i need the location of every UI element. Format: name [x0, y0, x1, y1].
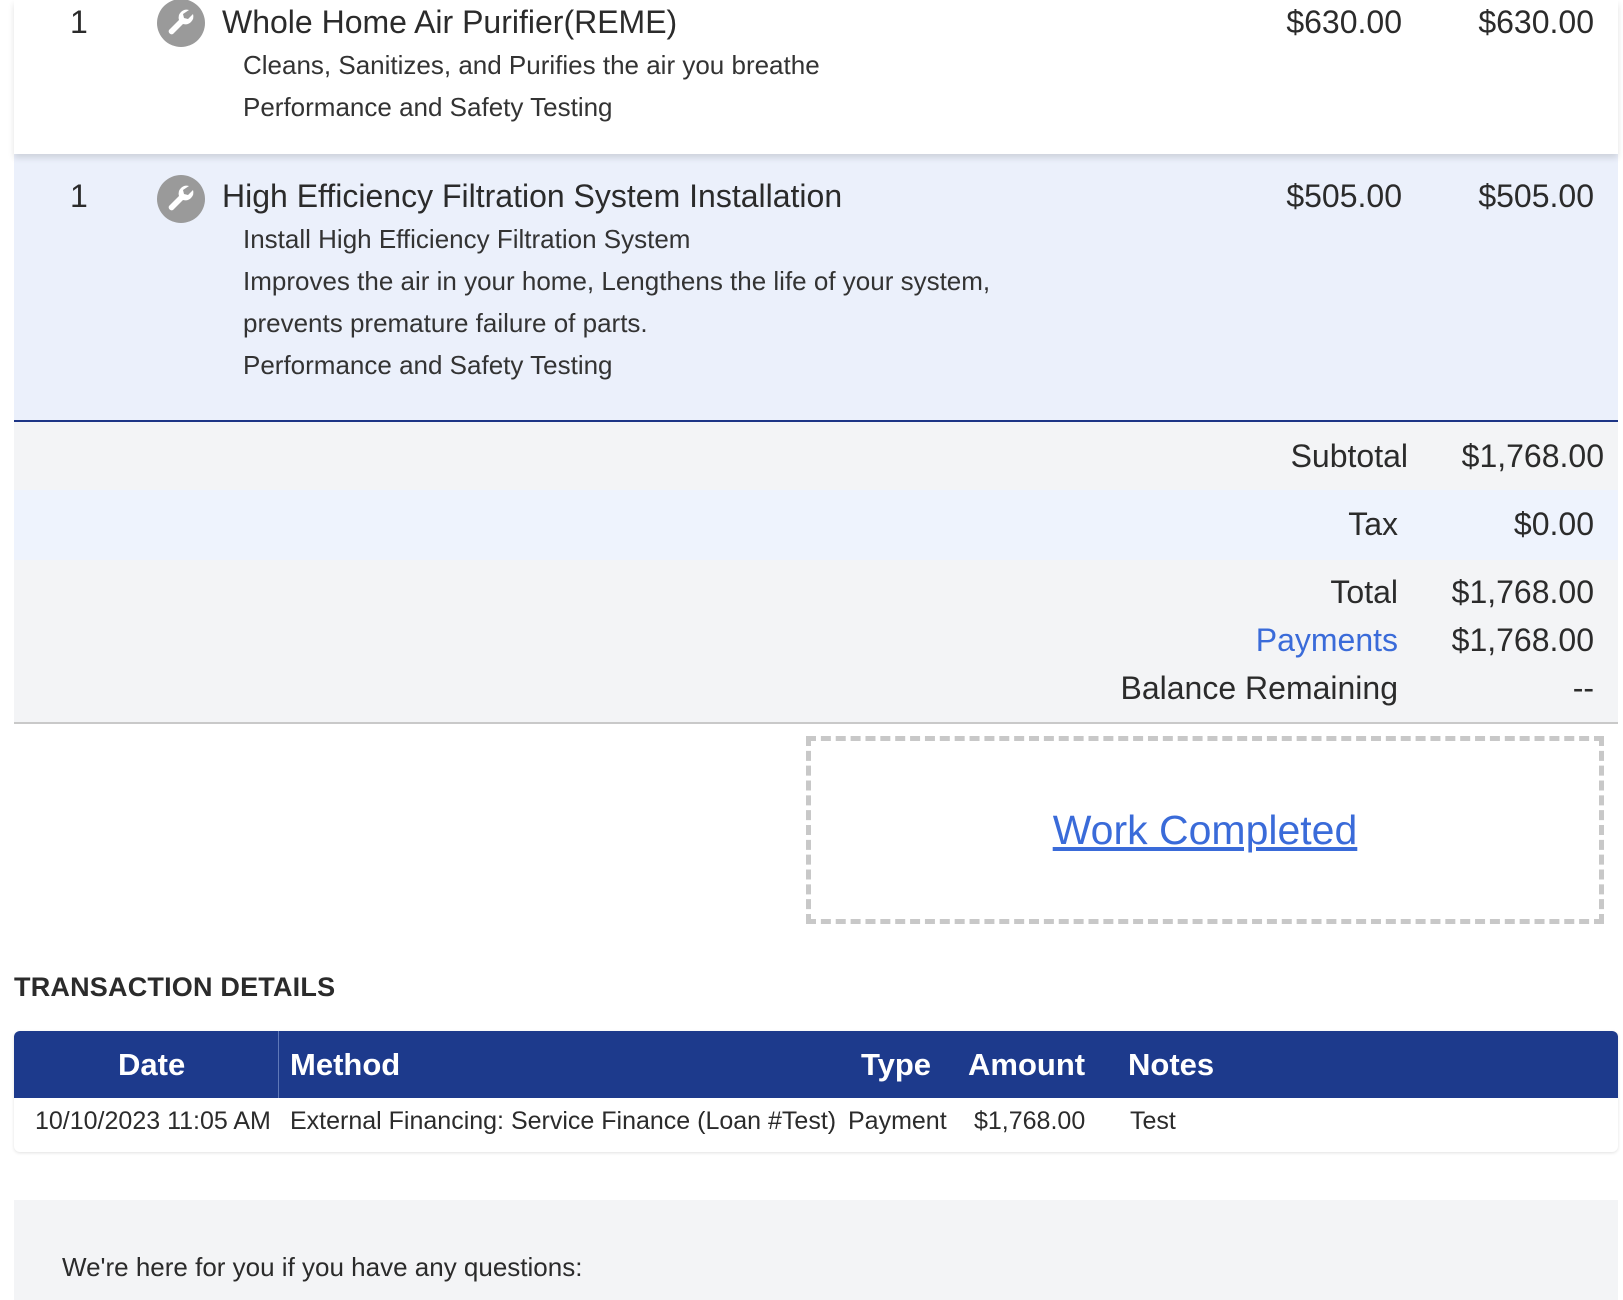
work-completed-link[interactable]: Work Completed [1053, 807, 1358, 854]
wrench-icon [157, 0, 205, 47]
transaction-table: Date Method Type Amount Notes 10/10/2023… [14, 1031, 1618, 1152]
payments-link[interactable]: Payments [1256, 622, 1398, 659]
subtotal-value: $1,768.00 [1461, 438, 1604, 474]
description-line: Performance and Safety Testing [243, 92, 613, 122]
balance-remaining-value: -- [1572, 670, 1594, 706]
tax-value: $0.00 [1513, 506, 1594, 542]
item-quantity: 1 [70, 4, 88, 40]
item-title: High Efficiency Filtration System Instal… [222, 178, 843, 214]
work-completed-box: Work Completed [806, 736, 1604, 924]
totals-summary: Total $1,768.00 Payments $1,768.00 Balan… [14, 560, 1618, 724]
description-line: Performance and Safety Testing [243, 350, 613, 380]
tax-label: Tax [1348, 506, 1398, 542]
contact-prompt: We're here for you if you have any quest… [62, 1252, 583, 1282]
total-label: Total [1330, 574, 1398, 610]
description-line: Cleans, Sanitizes, and Purifies the air … [243, 50, 820, 80]
description-line: Improves the air in your home, Lengthens… [243, 266, 991, 296]
column-header-type: Type [861, 1047, 932, 1082]
subtotal-row: Subtotal $1,768.00 [14, 422, 1618, 490]
column-header-amount: Amount [968, 1047, 1086, 1082]
column-header-method: Method [290, 1047, 401, 1082]
subtotal-label: Subtotal [1290, 438, 1408, 474]
table-header: Date Method Type Amount Notes [14, 1031, 1618, 1098]
item-description: Cleans, Sanitizes, and Purifies the air … [243, 44, 820, 128]
column-header-notes: Notes [1128, 1047, 1215, 1082]
description-line: Install High Efficiency Filtration Syste… [243, 224, 691, 254]
transaction-type: Payment [848, 1107, 947, 1135]
balance-remaining-label: Balance Remaining [1120, 670, 1399, 706]
item-quantity: 1 [70, 178, 88, 214]
transaction-details-title: TRANSACTION DETAILS [14, 972, 336, 1002]
line-item-row: 1 High Efficiency Filtration System Inst… [14, 154, 1618, 422]
item-total: $630.00 [1478, 4, 1594, 40]
payments-value: $1,768.00 [1451, 622, 1594, 658]
column-divider [278, 1031, 279, 1098]
transaction-method: External Financing: Service Finance (Loa… [290, 1107, 837, 1135]
transaction-amount: $1,768.00 [974, 1107, 1086, 1135]
description-line: prevents premature failure of parts. [243, 308, 648, 338]
tax-row: Tax $0.00 [14, 490, 1618, 560]
item-unit-price: $630.00 [1286, 4, 1402, 40]
total-value: $1,768.00 [1451, 574, 1594, 610]
transaction-date: 10/10/2023 11:05 AM [35, 1107, 271, 1135]
transaction-notes: Test [1130, 1107, 1176, 1135]
line-item-row: 1 Whole Home Air Purifier(REME) Cleans, … [14, 0, 1618, 154]
contact-footer: We're here for you if you have any quest… [14, 1200, 1618, 1300]
item-description: Install High Efficiency Filtration Syste… [243, 218, 990, 386]
column-header-date: Date [118, 1047, 186, 1082]
wrench-icon [157, 175, 205, 223]
item-title: Whole Home Air Purifier(REME) [222, 4, 678, 40]
item-total: $505.00 [1478, 178, 1594, 214]
item-unit-price: $505.00 [1286, 178, 1402, 214]
